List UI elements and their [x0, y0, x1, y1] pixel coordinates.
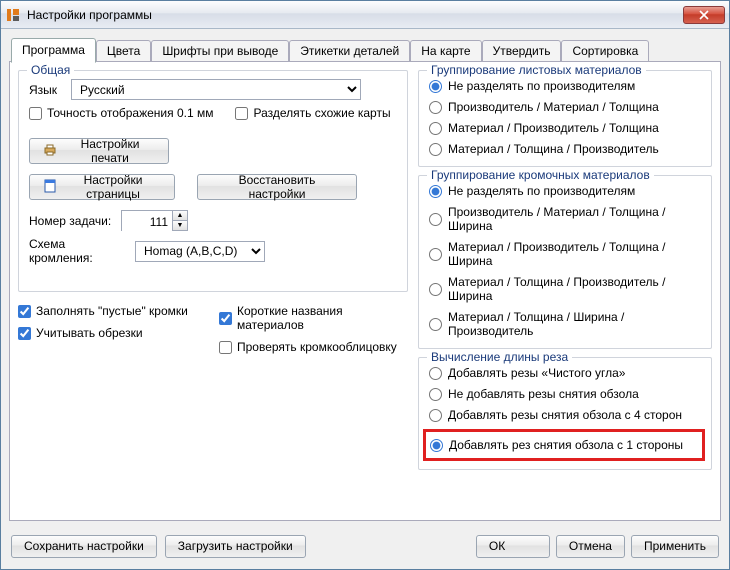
sheet-group: Группирование листовых материалов Не раз…: [418, 70, 712, 167]
cancel-button[interactable]: Отмена: [556, 535, 625, 558]
edge-opt-2[interactable]: Материал / Производитель / Толщина / Шир…: [429, 240, 701, 268]
split-maps-label: Разделять схожие карты: [253, 106, 390, 120]
cut-opt-0[interactable]: Добавлять резы «Чистого угла»: [429, 366, 701, 380]
cut-length-group: Вычисление длины реза Добавлять резы «Чи…: [418, 357, 712, 470]
edge-scheme-select[interactable]: Homag (A,B,C,D): [135, 241, 265, 262]
fill-empty-check[interactable]: Заполнять "пустые" кромки: [18, 304, 207, 318]
tab-approve[interactable]: Утвердить: [482, 40, 562, 62]
edge-opt-4[interactable]: Материал / Толщина / Ширина / Производит…: [429, 310, 701, 338]
edge-opt-3[interactable]: Материал / Толщина / Производитель / Шир…: [429, 275, 701, 303]
footer: Сохранить настройки Загрузить настройки …: [1, 529, 729, 569]
print-settings-button[interactable]: Настройки печати: [29, 138, 169, 164]
edge-scheme-label: Схема кромления:: [29, 237, 129, 265]
precision-label: Точность отображения 0.1 мм: [47, 106, 213, 120]
spinner-down-icon[interactable]: ▼: [173, 221, 187, 230]
ok-button[interactable]: ОК: [476, 535, 550, 558]
short-names-check[interactable]: Короткие названия материалов: [219, 304, 408, 332]
sheet-group-legend: Группирование листовых материалов: [427, 63, 646, 77]
edge-opt-0[interactable]: Не разделять по производителям: [429, 184, 701, 198]
edge-opt-1[interactable]: Производитель / Материал / Толщина / Шир…: [429, 205, 701, 233]
settings-window: Настройки программы Программа Цвета Шриф…: [0, 0, 730, 570]
cut-opt-3[interactable]: Добавлять рез снятия обзола с 1 стороны: [430, 438, 698, 452]
precision-check[interactable]: Точность отображения 0.1 мм: [29, 106, 213, 120]
page-settings-button[interactable]: Настройки страницы: [29, 174, 175, 200]
window-title: Настройки программы: [27, 8, 683, 22]
general-legend: Общая: [27, 63, 74, 77]
highlight-frame: Добавлять рез снятия обзола с 1 стороны: [423, 429, 705, 461]
content-area: Программа Цвета Шрифты при выводе Этикет…: [1, 29, 729, 529]
tab-colors[interactable]: Цвета: [96, 40, 151, 62]
task-number-input[interactable]: [122, 211, 172, 232]
sheet-opt-2[interactable]: Материал / Производитель / Толщина: [429, 121, 701, 135]
cut-opt-2[interactable]: Добавлять резы снятия обзола с 4 сторон: [429, 408, 701, 422]
sheet-opt-0[interactable]: Не разделять по производителям: [429, 79, 701, 93]
tab-on-map[interactable]: На карте: [410, 40, 481, 62]
tab-fonts[interactable]: Шрифты при выводе: [151, 40, 289, 62]
tab-labels[interactable]: Этикетки деталей: [289, 40, 410, 62]
restore-settings-button[interactable]: Восстановить настройки: [197, 174, 357, 200]
spinner-up-icon[interactable]: ▲: [173, 211, 187, 221]
task-number-label: Номер задачи:: [29, 214, 115, 228]
tab-body-program: Общая Язык Русский Точность отображения …: [9, 61, 721, 521]
tab-sorting[interactable]: Сортировка: [561, 40, 649, 62]
printer-icon: [42, 142, 58, 161]
language-select[interactable]: Русский: [71, 79, 361, 100]
page-icon: [42, 178, 58, 197]
titlebar: Настройки программы: [1, 1, 729, 29]
save-settings-button[interactable]: Сохранить настройки: [11, 535, 157, 558]
task-number-spinner[interactable]: ▲ ▼: [121, 210, 188, 231]
use-offcuts-check[interactable]: Учитывать обрезки: [18, 326, 207, 340]
sheet-opt-3[interactable]: Материал / Толщина / Производитель: [429, 142, 701, 156]
edge-group: Группирование кромочных материалов Не ра…: [418, 175, 712, 349]
general-group: Общая Язык Русский Точность отображения …: [18, 70, 408, 292]
check-edgebanding-check[interactable]: Проверять кромкооблицовку: [219, 340, 408, 354]
app-icon: [5, 7, 21, 23]
cut-opt-1[interactable]: Не добавлять резы снятия обзола: [429, 387, 701, 401]
right-column: Группирование листовых материалов Не раз…: [418, 70, 712, 512]
split-maps-check[interactable]: Разделять схожие карты: [235, 106, 390, 120]
tabstrip: Программа Цвета Шрифты при выводе Этикет…: [9, 37, 721, 62]
close-button[interactable]: [683, 6, 725, 24]
sheet-opt-1[interactable]: Производитель / Материал / Толщина: [429, 100, 701, 114]
edge-group-legend: Группирование кромочных материалов: [427, 168, 654, 182]
language-label: Язык: [29, 83, 65, 97]
apply-button[interactable]: Применить: [631, 535, 719, 558]
cut-length-legend: Вычисление длины реза: [427, 350, 572, 364]
left-column: Общая Язык Русский Точность отображения …: [18, 70, 408, 512]
load-settings-button[interactable]: Загрузить настройки: [165, 535, 306, 558]
tab-program[interactable]: Программа: [11, 38, 96, 63]
